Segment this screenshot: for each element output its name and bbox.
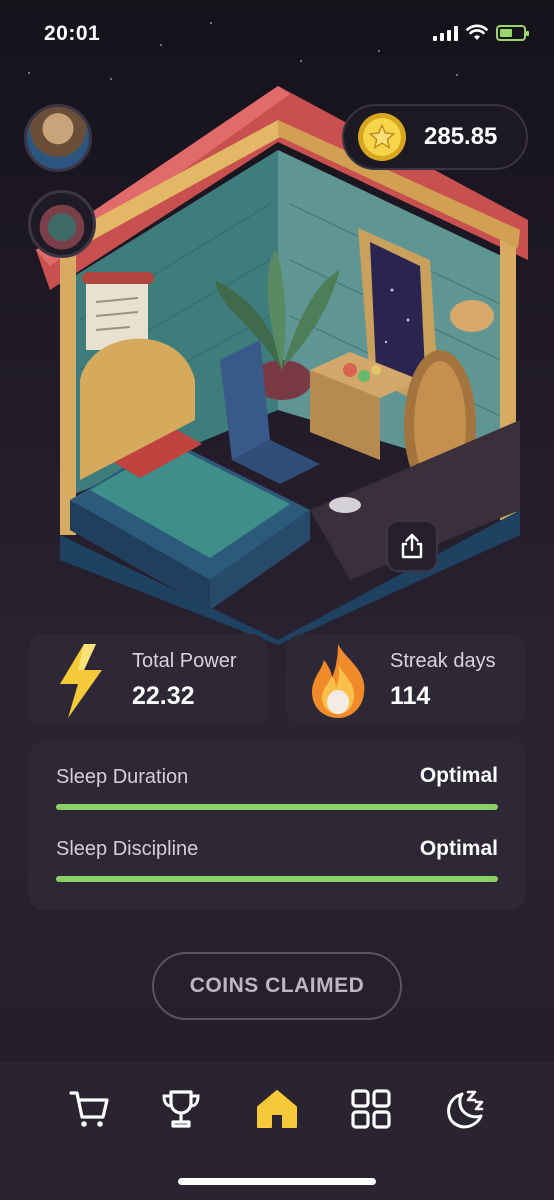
- coin-star-icon: [358, 113, 406, 161]
- grid-icon: [351, 1089, 391, 1129]
- sleep-discipline-row: Sleep Discipline Optimal: [56, 837, 498, 888]
- total-power-card: Total Power 22.32: [28, 634, 268, 724]
- home-icon: [257, 1090, 297, 1128]
- tab-apps[interactable]: [346, 1084, 396, 1134]
- sleep-discipline-progress: [56, 876, 498, 882]
- status-time: 20:01: [44, 22, 101, 45]
- streak-days-label: Streak days: [390, 650, 496, 672]
- tab-leaderboard[interactable]: [156, 1084, 206, 1134]
- battery-icon: [496, 24, 529, 41]
- share-button[interactable]: [386, 520, 438, 572]
- sleep-discipline-label: Sleep Discipline: [56, 838, 199, 860]
- home-indicator: [178, 1178, 376, 1185]
- cellular-signal-icon: [433, 25, 458, 41]
- moon-zzz-icon: [447, 1090, 484, 1129]
- total-power-value: 22.32: [132, 682, 195, 710]
- trophy-icon: [162, 1090, 200, 1128]
- streak-days-card: Streak days 114: [286, 634, 526, 724]
- status-bar: 20:01: [0, 0, 554, 70]
- cart-icon: [69, 1091, 109, 1127]
- streak-days-value: 114: [390, 682, 431, 710]
- star: [28, 72, 30, 74]
- sleep-discipline-progress-fill: [56, 876, 498, 882]
- fire-icon: [312, 644, 365, 718]
- sleep-discipline-status: Optimal: [419, 837, 498, 860]
- tab-sleep[interactable]: [440, 1084, 490, 1134]
- sleep-duration-row: Sleep Duration Optimal: [56, 764, 498, 814]
- battery-level: [500, 28, 512, 37]
- status-icons: [433, 24, 529, 41]
- sleep-duration-progress: [56, 804, 498, 810]
- room-thumbnail-avatar[interactable]: [28, 190, 96, 258]
- lightning-bolt-icon: [60, 644, 102, 718]
- user-avatar[interactable]: [24, 104, 92, 172]
- coins-claimed-button[interactable]: COINS CLAIMED: [152, 952, 402, 1020]
- tab-home[interactable]: [252, 1084, 302, 1134]
- coin-balance-pill[interactable]: 285.85: [342, 104, 528, 170]
- coin-balance-amount: 285.85: [424, 123, 498, 150]
- wifi-icon: [466, 24, 488, 40]
- star: [456, 74, 458, 76]
- sleep-duration-label: Sleep Duration: [56, 766, 189, 788]
- sleep-quality-panel: Sleep Duration Optimal Sleep Discipline …: [28, 742, 526, 910]
- tab-shop[interactable]: [64, 1084, 114, 1134]
- sleep-duration-status: Optimal: [419, 764, 498, 787]
- share-icon: [401, 533, 423, 559]
- total-power-label: Total Power: [132, 650, 237, 672]
- app-screen: 20:01 285.85 Total Power 22.32 Streak da…: [0, 0, 554, 1200]
- sleep-duration-progress-fill: [56, 804, 498, 810]
